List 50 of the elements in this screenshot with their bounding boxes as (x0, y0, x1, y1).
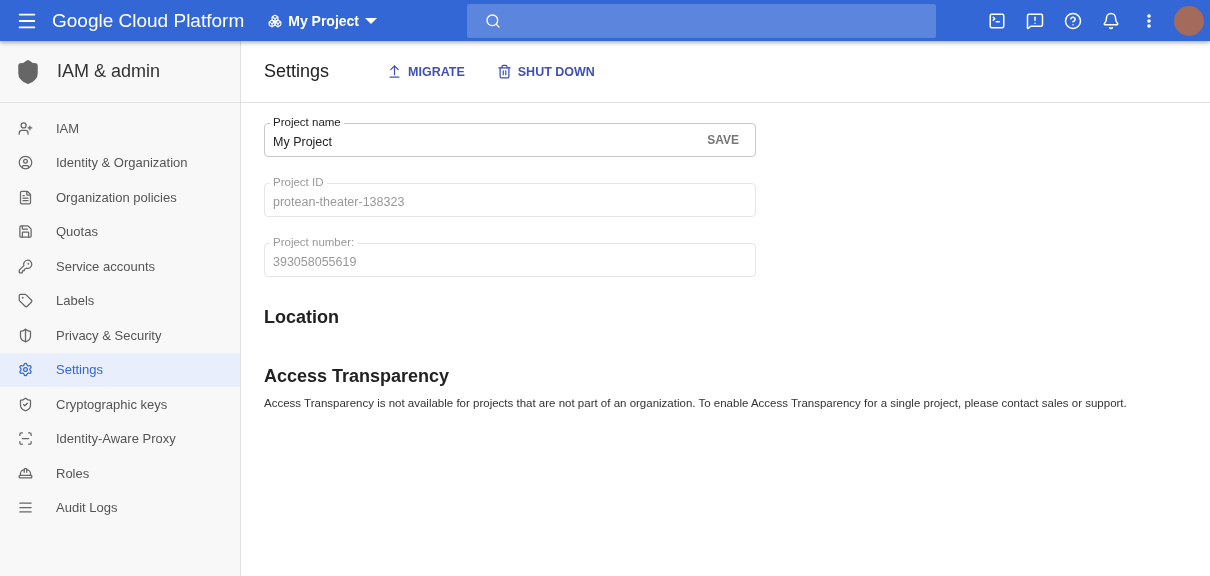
shut-down-button[interactable]: SHUT DOWN (496, 64, 595, 79)
sidebar-item[interactable]: Organization policies (0, 180, 240, 215)
key-icon (18, 258, 33, 274)
scan-icon (18, 431, 33, 447)
migrate-button[interactable]: MIGRATE (387, 64, 465, 79)
sidebar-item[interactable]: Privacy & Security (0, 318, 240, 353)
page-title: Settings (264, 61, 330, 82)
shield-icon (18, 396, 33, 412)
sidebar-item[interactable]: IAM (0, 111, 240, 146)
sidebar-item[interactable]: Settings (0, 352, 240, 387)
add-person-icon (18, 120, 33, 136)
field-label: Project number: (270, 235, 358, 249)
terminal-icon (988, 11, 1006, 30)
list-icon (18, 500, 33, 516)
sidebar-item[interactable]: Audit Logs (0, 490, 240, 525)
save-button[interactable]: SAVE (699, 133, 747, 147)
section-heading: Location (264, 307, 340, 328)
sidebar-item[interactable]: Quotas (0, 214, 240, 249)
field-value: protean-theater-138323 (273, 195, 406, 209)
field-label: Project name (270, 115, 344, 129)
sidebar-item[interactable]: Cryptographic keys (0, 387, 240, 422)
text-field[interactable]: Project name My Project SAVE (264, 115, 756, 157)
hat-icon (18, 465, 33, 481)
bell-icon (1102, 11, 1120, 30)
settings-icon (18, 362, 33, 378)
shield-icon (18, 327, 33, 343)
help-icon (1064, 11, 1082, 30)
field-value: 393058055619 (273, 255, 358, 269)
more-icon (1147, 13, 1151, 28)
dots-icon (268, 13, 283, 28)
field-label: Project ID (270, 175, 327, 189)
sidebar-item[interactable]: Service accounts (0, 249, 240, 284)
project-selector[interactable]: My Project (264, 12, 382, 29)
sidebar-item[interactable]: Roles (0, 456, 240, 491)
sidebar-item[interactable]: Labels (0, 283, 240, 318)
section-text: Access Transparency is not available for projects that are not part of an organization. To enable Access Transparency for a single project, please contact sales or support. (264, 397, 1128, 409)
shield-icon (15, 58, 41, 85)
sidebar-item[interactable]: Identity-Aware Proxy (0, 421, 240, 456)
trash-icon (496, 64, 512, 79)
sidebar-item[interactable]: Identity & Organization (0, 145, 240, 180)
search-icon (485, 12, 502, 29)
section-heading: Access Transparency (264, 366, 451, 387)
tag-icon (18, 293, 33, 309)
feedback-icon (1026, 11, 1044, 30)
brand-title: Google Cloud Platform (52, 9, 245, 32)
sidebar-title: IAM & admin (57, 61, 161, 82)
person-circle-icon (18, 155, 33, 171)
caret-icon (365, 17, 378, 24)
document-icon (18, 189, 33, 205)
search-field[interactable] (467, 3, 937, 38)
